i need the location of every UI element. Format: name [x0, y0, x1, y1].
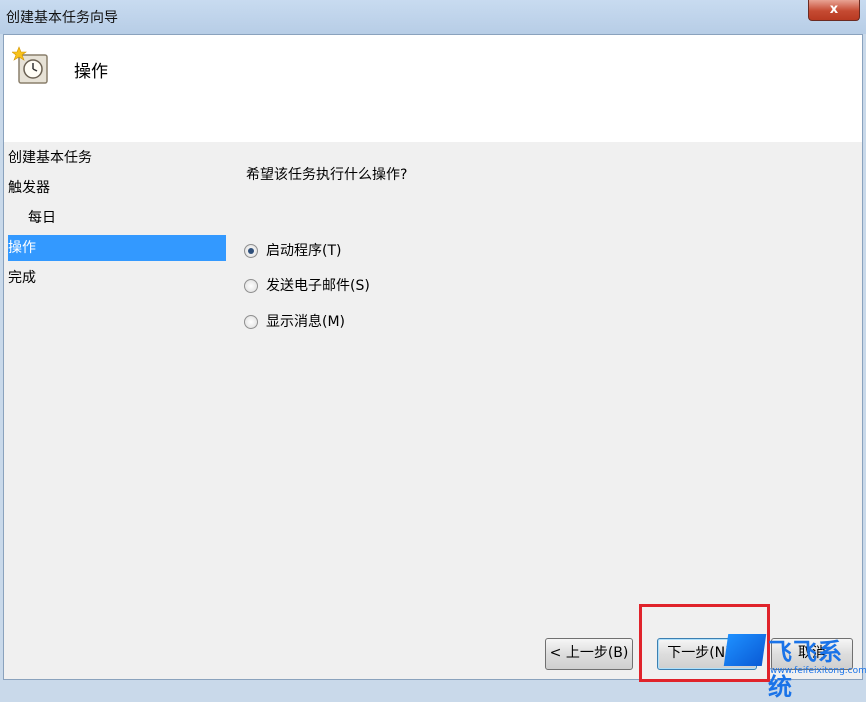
option-label: 显示消息(M)	[266, 314, 346, 330]
radio-start-program[interactable]	[244, 244, 258, 258]
windows-logo-icon	[723, 634, 767, 666]
scheduled-task-clock-icon	[12, 46, 48, 84]
site-watermark: 飞飞系统 www.feifeixitong.com	[723, 628, 866, 701]
nav-step-trigger[interactable]: 触发器	[8, 175, 226, 201]
option-label: 发送电子邮件(S)	[266, 278, 370, 294]
option-label: 启动程序(T)	[266, 243, 342, 259]
radio-display-message[interactable]	[244, 315, 258, 329]
wizard-steps-nav: 创建基本任务 触发器 每日 操作 完成	[4, 142, 226, 642]
window-title: 创建基本任务向导	[6, 10, 118, 26]
close-button[interactable]: x	[808, 0, 860, 21]
nav-step-create-basic-task[interactable]: 创建基本任务	[8, 145, 226, 171]
page-title: 操作	[74, 62, 108, 82]
wizard-header: 操作	[4, 35, 862, 142]
wizard-content: 希望该任务执行什么操作? 启动程序(T) 发送电子邮件(S) 显示消息(M)	[240, 142, 840, 612]
radio-send-email[interactable]	[244, 279, 258, 293]
nav-step-action[interactable]: 操作	[8, 235, 226, 261]
nav-step-finish[interactable]: 完成	[8, 265, 226, 291]
nav-step-daily[interactable]: 每日	[28, 205, 226, 231]
back-button[interactable]: < 上一步(B)	[545, 638, 633, 670]
action-question: 希望该任务执行什么操作?	[246, 167, 408, 183]
watermark-url: www.feifeixitong.com	[770, 666, 866, 676]
wizard-window: 操作 创建基本任务 触发器 每日 操作 完成 希望该任务执行什么操作? 启动程序…	[3, 34, 863, 680]
title-bar[interactable]: 创建基本任务向导 x	[0, 0, 866, 34]
